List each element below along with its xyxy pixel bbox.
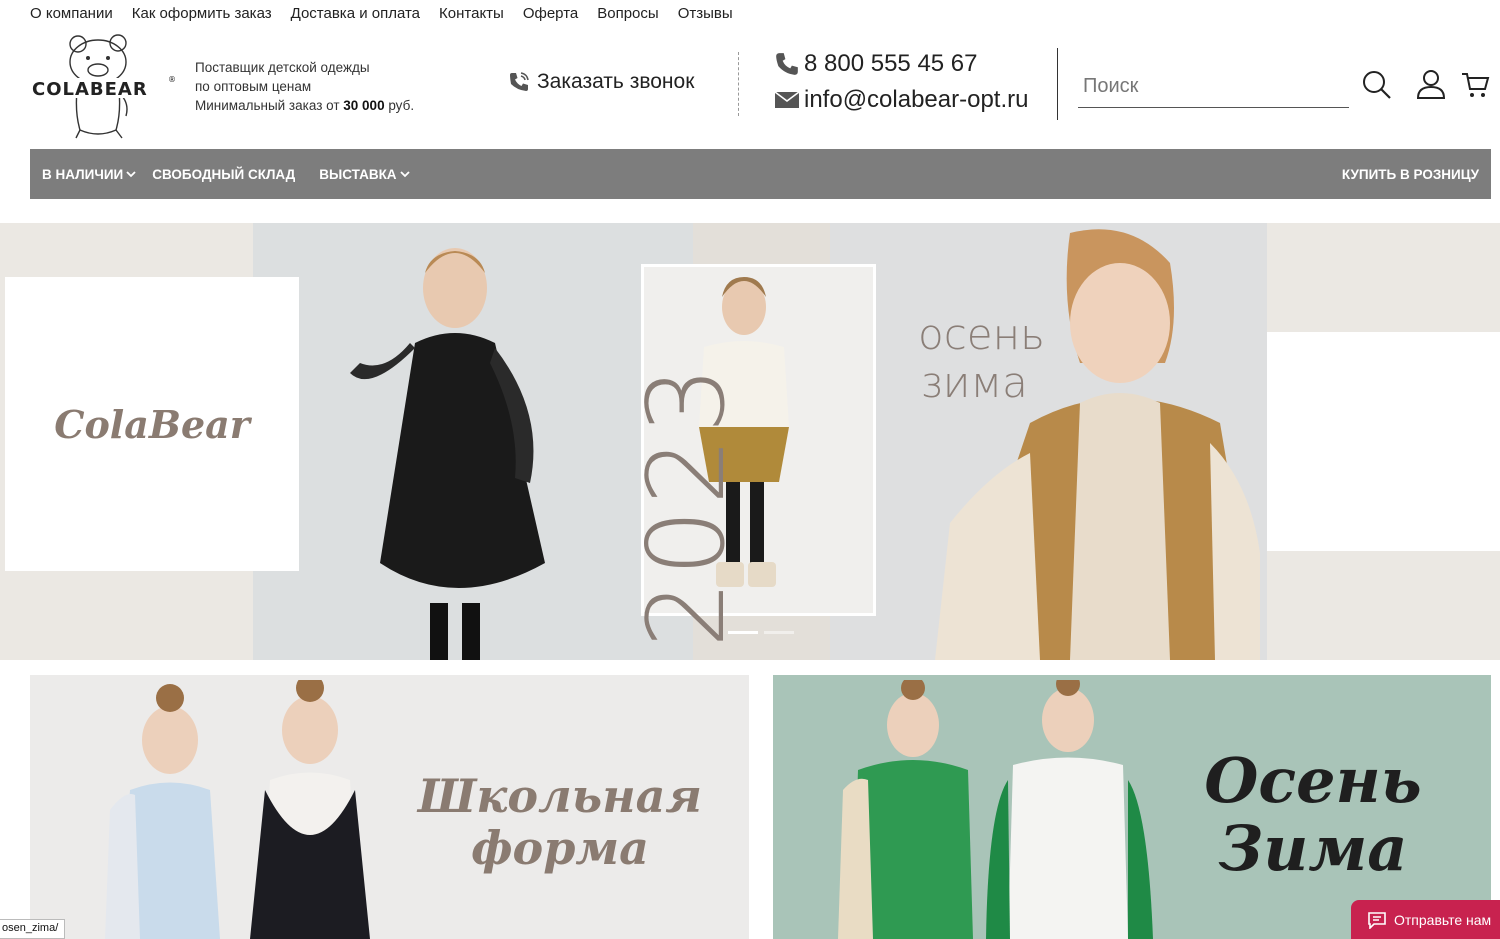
top-link-delivery[interactable]: Доставка и оплата [291, 5, 420, 22]
tagline-min-order: Минимальный заказ от 30 000 руб. [195, 98, 415, 113]
user-icon[interactable] [1415, 68, 1447, 105]
hero-photo-girl-dress [350, 248, 545, 660]
svg-text:®: ® [168, 75, 176, 84]
nav-retail[interactable]: КУПИТЬ В РОЗНИЦУ [1342, 167, 1479, 182]
chat-icon [1368, 911, 1386, 929]
email-link[interactable]: info@colabear-opt.ru [774, 86, 1028, 114]
nav-free-warehouse-label: СВОБОДНЫЙ СКЛАД [152, 166, 296, 182]
top-link-about[interactable]: О компании [30, 5, 113, 22]
hero-slider[interactable]: ColaBear 2023 осень зима [0, 223, 1500, 660]
slider-dot-1[interactable] [728, 631, 758, 634]
slider-dot-2[interactable] [764, 631, 794, 634]
banner-autumn-title-2: Зима [1218, 812, 1408, 885]
logo-text: COLABEAR [32, 79, 148, 100]
site-logo[interactable]: COLABEAR ® [30, 30, 180, 140]
tagline: Поставщик детской одежды по оптовым цена… [195, 58, 414, 115]
chat-button[interactable]: Отправьте нам [1351, 900, 1500, 939]
hero-brand: ColaBear [54, 401, 250, 447]
top-link-questions[interactable]: Вопросы [597, 5, 658, 22]
top-link-how-to-order[interactable]: Как оформить заказ [132, 5, 272, 22]
top-link-offer[interactable]: Оферта [523, 5, 578, 22]
banner-school-caption: Школьная форма [400, 770, 720, 874]
slider-dots [728, 631, 794, 634]
chevron-down-icon [126, 171, 136, 178]
banner-school-title-2: форма [471, 821, 649, 875]
hero-brand-box: ColaBear [5, 277, 299, 571]
nav-free-warehouse[interactable]: СВОБОДНЫЙ СКЛАД [152, 167, 295, 182]
phone-number: 8 800 555 45 67 [804, 50, 978, 77]
nav-exhibition-label: ВЫСТАВКА [319, 166, 397, 182]
chat-label: Отправьте нам [1394, 911, 1492, 928]
tagline-line-1: Поставщик детской одежды [195, 60, 370, 75]
bear-logo-icon: COLABEAR ® [30, 34, 180, 139]
banner-school-uniform[interactable]: Школьная форма [30, 675, 749, 939]
divider [1057, 48, 1058, 120]
hero-year: 2023 [625, 362, 748, 648]
banner-photo-school [105, 680, 370, 939]
divider [738, 52, 739, 116]
phone-icon [776, 53, 798, 75]
min-order-amount: 30 000 [343, 98, 385, 113]
chevron-down-icon [399, 171, 410, 178]
phone-call-icon [510, 72, 529, 91]
nav-exhibition[interactable]: ВЫСТАВКА [319, 166, 410, 182]
main-nav: В НАЛИЧИИ СВОБОДНЫЙ СКЛАД ВЫСТАВКА КУПИТ… [30, 149, 1491, 199]
status-bar-url: osen_zima/ [0, 919, 66, 939]
hero-right-box [1267, 332, 1500, 551]
callback-label: Заказать звонок [537, 70, 695, 93]
banner-photo-autumn [838, 680, 1153, 939]
banner-autumn-caption: Осень Зима [1163, 747, 1463, 883]
search-input[interactable] [1078, 66, 1349, 108]
mail-icon [774, 91, 800, 108]
banner-school-title-1: Школьная [417, 769, 703, 823]
cart-icon[interactable] [1460, 70, 1490, 105]
nav-retail-label: КУПИТЬ В РОЗНИЦУ [1341, 166, 1479, 182]
top-link-reviews[interactable]: Отзывы [678, 5, 733, 22]
callback-button[interactable]: Заказать звонок [507, 70, 694, 94]
tagline-line-2: по оптовым ценам [195, 79, 312, 94]
email-address: info@colabear-opt.ru [804, 86, 1029, 113]
search-icon[interactable] [1361, 69, 1393, 106]
nav-in-stock[interactable]: В НАЛИЧИИ [42, 167, 136, 182]
banner-autumn-title-1: Осень [1204, 744, 1422, 817]
hero-photo-girl-jacket [935, 229, 1260, 660]
top-links: О компании Как оформить заказ Доставка и… [30, 5, 733, 22]
phone-link[interactable]: 8 800 555 45 67 [774, 50, 978, 78]
nav-in-stock-label: В НАЛИЧИИ [42, 166, 124, 182]
top-link-contacts[interactable]: Контакты [439, 5, 504, 22]
